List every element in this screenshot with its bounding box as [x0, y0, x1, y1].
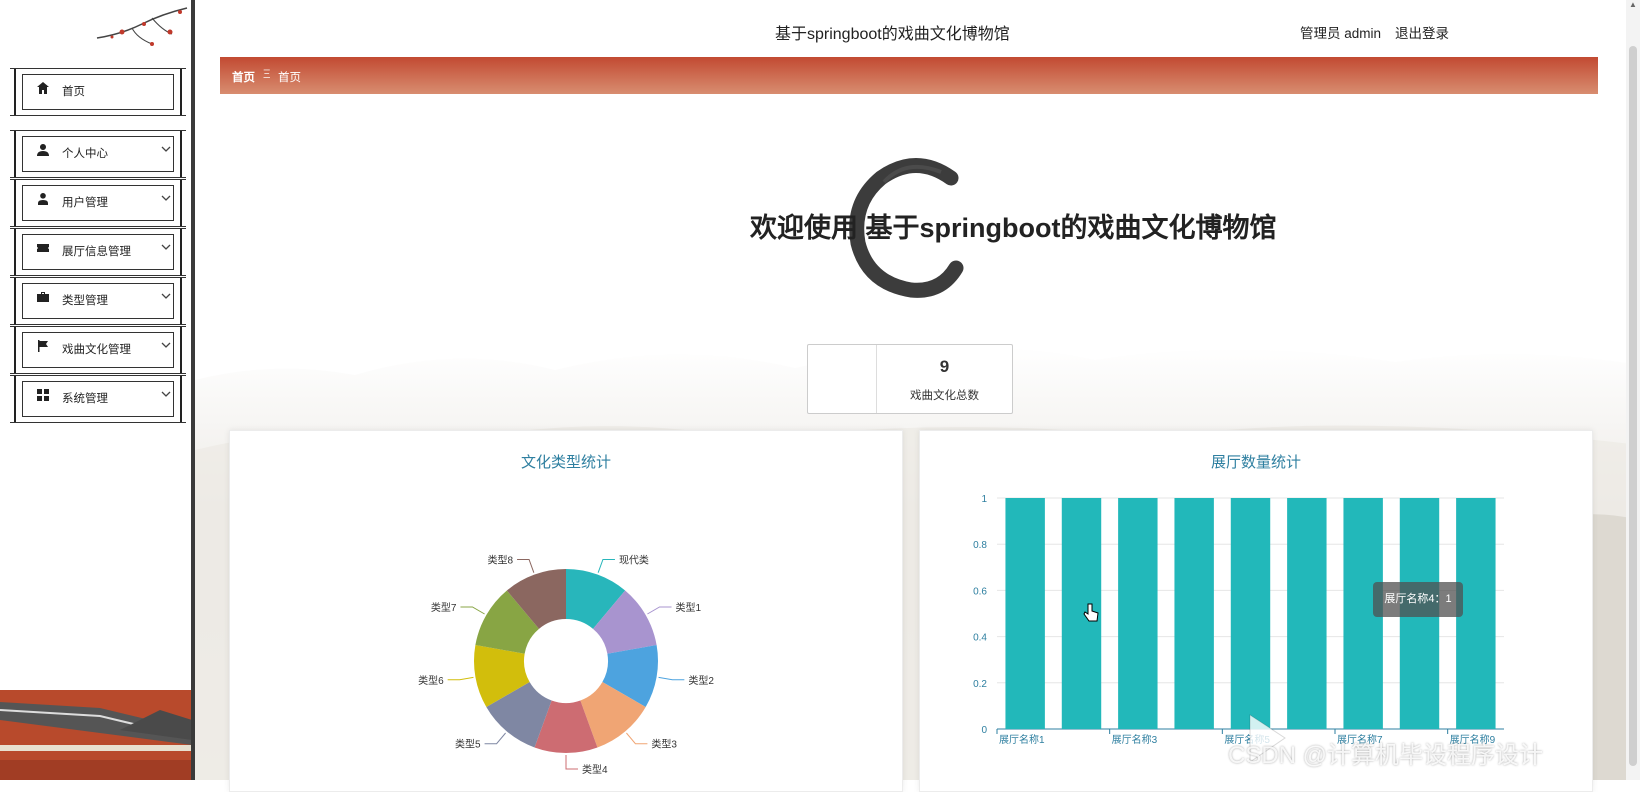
culture-type-chart-card: 文化类型统计 现代类 类型1 类型2 类型3 类型4 类型5 类型6 类型7 类型8 [229, 430, 903, 792]
sidebar-item-label: 系统管理 [62, 393, 108, 405]
sidebar: 首页个人中心用户管理展厅信息管理 类型管理戏曲文化管理 系统管理 [0, 0, 192, 780]
plum-branch-decoration [96, 7, 188, 46]
bar[interactable] [1005, 498, 1045, 729]
pie-label-line [626, 732, 648, 745]
page-scrollbar[interactable]: ▲ [1626, 0, 1640, 780]
welcome-heading: 欢迎使用 基于springboot的戏曲文化博物馆 [750, 213, 1277, 243]
palace-roof-illustration [0, 690, 192, 780]
sidebar-item-3[interactable]: 用户管理 [10, 179, 186, 227]
sidebar-item-label: 个人中心 [62, 148, 108, 160]
breadcrumb: 首页 Ξ 首页 [220, 57, 1598, 94]
pie-slice-label: 类型7 [431, 601, 457, 614]
sidebar-item-label: 类型管理 [62, 295, 108, 307]
chevron-down-icon [161, 391, 171, 397]
y-tick-label: 0.2 [973, 679, 987, 690]
y-tick-label: 0 [981, 725, 987, 736]
pie-slice-label: 现代类 [619, 554, 649, 567]
person-icon [37, 144, 49, 156]
logout-link[interactable]: 退出登录 [1395, 22, 1449, 42]
chevron-down-icon [161, 293, 171, 299]
chevron-down-icon [161, 195, 171, 201]
sidebar-item-7[interactable]: 系统管理 [10, 375, 186, 423]
grid-icon [37, 389, 49, 401]
pie-slice-label: 类型2 [688, 674, 714, 687]
pie-slice-label: 类型3 [651, 738, 677, 751]
watermark-text: CSDN @计算机毕设程序设计 [1228, 742, 1544, 769]
pie-slice-label: 类型6 [418, 674, 444, 687]
user-icon [38, 193, 48, 205]
pie-label-line [460, 606, 485, 615]
bar[interactable] [1174, 498, 1214, 729]
culture-total-card: 9 戏曲文化总数 [807, 344, 1013, 414]
chart-tooltip: 展厅名称4：1 [1373, 582, 1463, 617]
pie-slice-label: 类型8 [487, 554, 513, 567]
pie-slice-label: 类型4 [582, 763, 608, 776]
y-tick-label: 0.4 [973, 633, 987, 644]
sidebar-item-label: 展厅信息管理 [62, 246, 131, 258]
x-tick-label: 展厅名称3 [1112, 733, 1158, 746]
y-tick-label: 1 [981, 494, 987, 505]
chevron-down-icon [161, 342, 171, 348]
pie-label-line [517, 559, 535, 573]
culture-total-label: 戏曲文化总数 [910, 390, 979, 402]
pie-label-line [658, 676, 685, 681]
pie-label-line [597, 559, 615, 573]
culture-total-value: 9 [939, 357, 950, 376]
sidebar-item-2[interactable]: 个人中心 [10, 130, 186, 178]
scrollbar-thumb[interactable] [1629, 46, 1637, 766]
y-tick-label: 0.8 [973, 540, 987, 551]
pie-label-line [484, 732, 506, 745]
pie-slice-label: 类型1 [676, 601, 702, 614]
home-icon [37, 82, 49, 94]
chevron-down-icon [161, 244, 171, 250]
briefcase-icon [37, 292, 49, 302]
bar[interactable] [1118, 498, 1158, 729]
sidebar-item-4[interactable]: 展厅信息管理 [10, 228, 186, 276]
pie-label-line [647, 606, 672, 615]
sidebar-item-label: 首页 [62, 86, 85, 98]
sidebar-item-5[interactable]: 类型管理 [10, 277, 186, 325]
scroll-up-icon[interactable]: ▲ [1629, 0, 1637, 10]
current-user: 管理员 admin [1300, 26, 1382, 41]
breadcrumb-root[interactable]: 首页 [232, 69, 255, 85]
pie-chart: 现代类类型1 类型2 类型3 类型4 类型5 类型6 类型7 类型8 [418, 554, 714, 776]
cursor-hand-icon [1083, 603, 1099, 622]
breadcrumb-separator: Ξ [263, 69, 271, 81]
sidebar-item-1[interactable]: 首页 [10, 68, 186, 116]
x-tick-label: 展厅名称1 [999, 733, 1045, 746]
pie-slice-label: 类型5 [455, 738, 481, 751]
y-tick-label: 0.6 [973, 586, 987, 597]
sidebar-item-6[interactable]: 戏曲文化管理 [10, 326, 186, 374]
sidebar-item-label: 戏曲文化管理 [62, 344, 131, 356]
pie-label-line [565, 755, 578, 770]
breadcrumb-current: 首页 [278, 72, 301, 84]
sidebar-item-label: 用户管理 [62, 197, 108, 209]
app-title: 基于springboot的戏曲文化博物馆 [775, 26, 1010, 43]
pie-label-line [447, 676, 474, 681]
chevron-down-icon [161, 146, 171, 152]
flag-icon [38, 340, 48, 352]
bar[interactable] [1287, 498, 1327, 729]
ticket-icon [37, 244, 49, 252]
bar[interactable] [1230, 498, 1271, 729]
